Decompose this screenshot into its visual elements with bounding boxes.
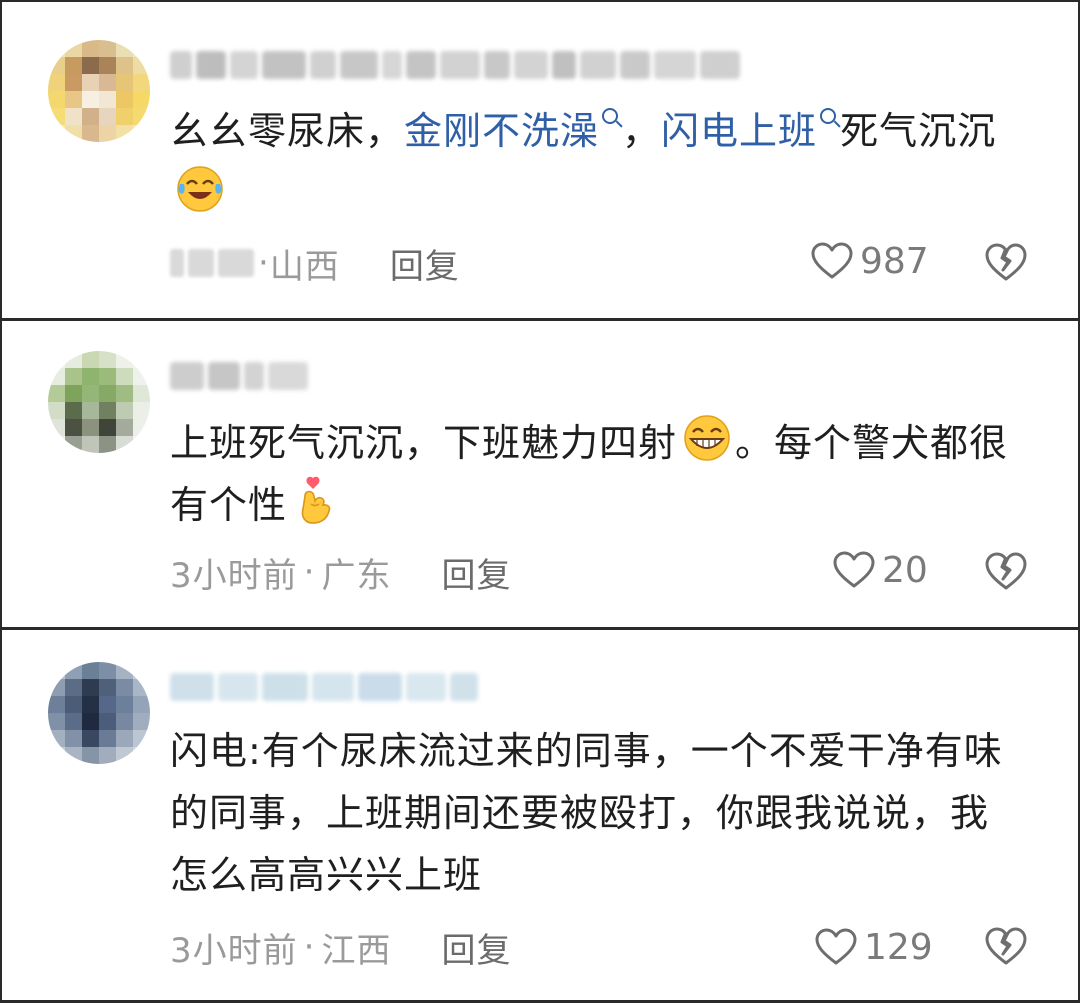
- like-button[interactable]: 987: [810, 236, 929, 286]
- comment-time: 3小时前: [170, 930, 298, 971]
- comment-text: 幺幺零尿床，金刚不洗澡 ，闪电上班 死气沉沉: [170, 100, 1030, 224]
- comment-text: 上班死气沉沉，下班魅力四射 。每个警犬都很有个性: [170, 412, 1030, 536]
- comment-card: 幺幺零尿床，金刚不洗澡 ，闪电上班 死气沉沉 · 山西 回复 987: [4, 2, 1076, 318]
- comment-text-part: ，: [622, 109, 662, 153]
- comment-text-part: 幺幺零尿床，: [170, 109, 405, 153]
- avatar[interactable]: [48, 662, 150, 764]
- comment-location: 山西: [269, 246, 340, 287]
- username-blurred[interactable]: [170, 48, 740, 82]
- broken-heart-icon[interactable]: [984, 549, 1028, 593]
- comment-location: 广东: [321, 555, 392, 596]
- time-blurred: [170, 249, 254, 277]
- heart-icon: [815, 928, 857, 965]
- heart-icon: [833, 551, 875, 588]
- like-count: 987: [860, 240, 929, 282]
- comment-card: 上班死气沉沉，下班魅力四射 。每个警犬都很有个性 3小时前 · 广东 回复 20: [4, 321, 1076, 627]
- search-link[interactable]: 闪电上班: [661, 108, 840, 153]
- comment-meta: · 山西 回复: [170, 238, 460, 288]
- broken-heart-icon[interactable]: [984, 240, 1028, 284]
- comment-text-part: 闪电:有个尿床流过来的同事，一个不爱干净有味的同事，上班期间还要被殴打，你跟我说…: [170, 729, 1003, 897]
- search-icon: [602, 108, 619, 124]
- finger-heart-emoji: [301, 476, 331, 524]
- grinning-emoji: [684, 415, 730, 461]
- comment-time: 3小时前: [170, 555, 298, 596]
- meta-separator: ·: [258, 243, 270, 283]
- avatar[interactable]: [48, 351, 150, 453]
- comment-text: 闪电:有个尿床流过来的同事，一个不爱干净有味的同事，上班期间还要被殴打，你跟我说…: [170, 720, 1016, 906]
- meta-separator: ·: [303, 927, 316, 967]
- crying-laughing-emoji: [177, 166, 223, 212]
- like-count: 20: [882, 549, 928, 591]
- comment-meta: 3小时前 · 广东 回复: [170, 547, 511, 597]
- search-icon: [820, 108, 837, 124]
- reply-button[interactable]: 回复: [441, 923, 511, 972]
- heart-icon: [811, 242, 853, 279]
- comment-meta: 3小时前 · 江西 回复: [170, 922, 511, 972]
- like-button[interactable]: 20: [832, 545, 928, 595]
- comment-location: 江西: [321, 930, 392, 971]
- reply-button[interactable]: 回复: [390, 239, 460, 288]
- screenshot-frame: 幺幺零尿床，金刚不洗澡 ，闪电上班 死气沉沉 · 山西 回复 987 上班死气沉…: [0, 0, 1080, 1003]
- search-link[interactable]: 金刚不洗澡: [404, 108, 622, 153]
- username-blurred[interactable]: [170, 670, 478, 704]
- meta-separator: ·: [303, 552, 316, 592]
- like-count: 129: [864, 926, 933, 968]
- reply-button[interactable]: 回复: [441, 548, 511, 597]
- comment-text-part: 上班死气沉沉，下班魅力四射: [170, 421, 678, 465]
- comment-text-part: 死气沉沉: [840, 109, 997, 153]
- comment-card: 闪电:有个尿床流过来的同事，一个不爱干净有味的同事，上班期间还要被殴打，你跟我说…: [4, 630, 1076, 1000]
- like-button[interactable]: 129: [814, 922, 933, 972]
- avatar[interactable]: [48, 40, 150, 142]
- broken-heart-icon[interactable]: [984, 924, 1028, 968]
- username-blurred[interactable]: [170, 359, 308, 393]
